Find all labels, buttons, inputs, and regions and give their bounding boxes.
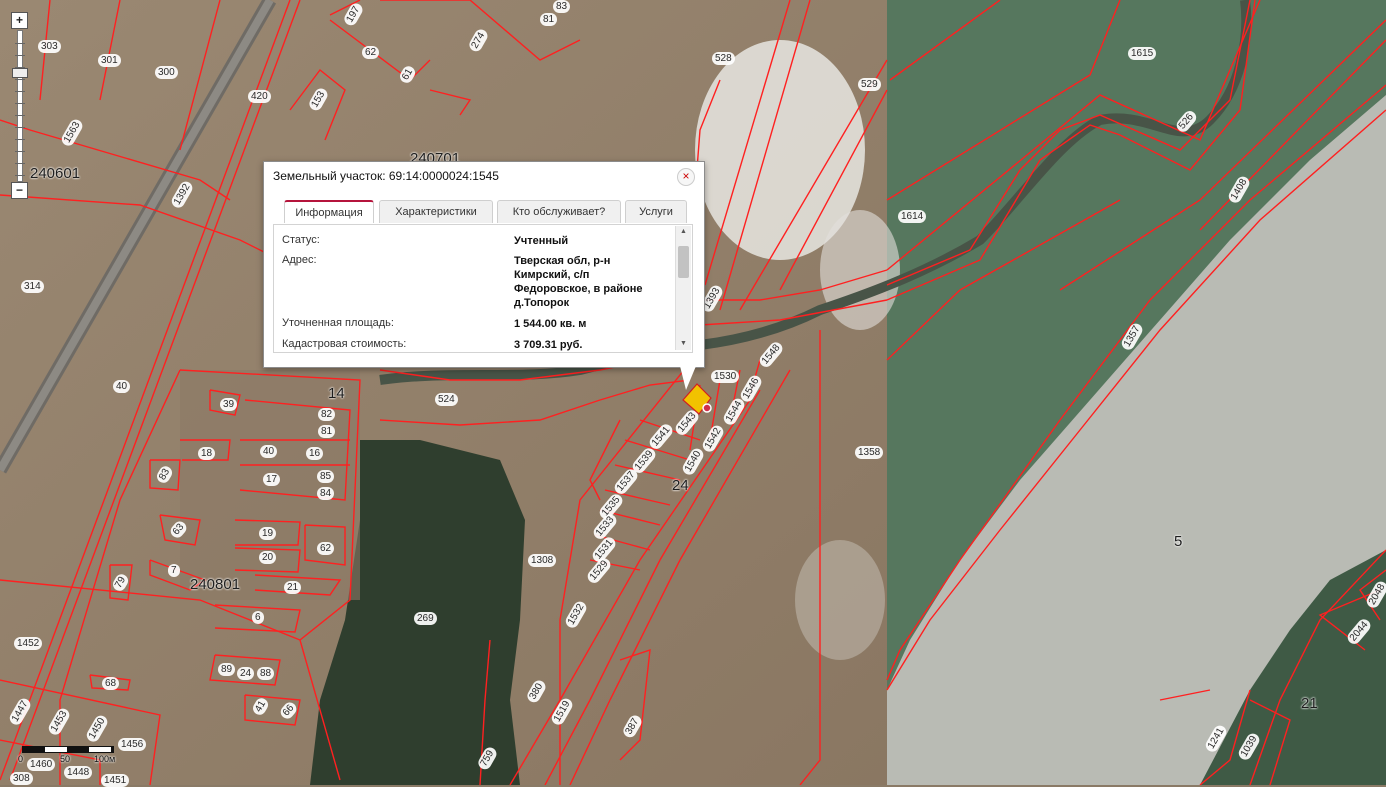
tab-who-serves[interactable]: Кто обслуживает?	[497, 200, 621, 223]
parcel-label[interactable]: 19	[259, 527, 277, 540]
parcel-label[interactable]: 81	[540, 13, 558, 26]
scale-bar: 0 50 100м	[18, 746, 122, 764]
popup-pointer	[680, 366, 696, 390]
scrollbar-thumb[interactable]	[678, 246, 689, 278]
parcel-label[interactable]: 1615	[1128, 47, 1157, 60]
parcel-label[interactable]: 24	[237, 667, 255, 680]
zoom-slider-thumb[interactable]	[12, 68, 28, 78]
parcel-label[interactable]: 308	[10, 772, 33, 785]
popup-title: Земельный участок: 69:14:0000024:1545	[273, 169, 499, 183]
parcel-label[interactable]: 1451	[101, 774, 130, 787]
scale-label-mid: 50	[60, 754, 71, 764]
area-label: Уточненная площадь:	[282, 317, 394, 329]
scroll-up-icon[interactable]: ▲	[676, 226, 691, 238]
parcel-label[interactable]: 1530	[711, 370, 740, 383]
parcel-label[interactable]: 1452	[14, 637, 43, 650]
parcel-label[interactable]: 85	[317, 470, 335, 483]
block-number: 21	[1301, 695, 1318, 712]
panel-scrollbar[interactable]: ▲ ▼	[675, 226, 691, 350]
zoom-out-button[interactable]: −	[11, 182, 28, 199]
parcel-label[interactable]: 300	[155, 66, 178, 79]
zoom-control: + −	[11, 12, 29, 199]
scale-bar-graphic	[22, 746, 114, 753]
parcel-label[interactable]: 303	[38, 40, 61, 53]
parcel-label[interactable]: 7	[168, 564, 180, 577]
parcel-label[interactable]: 16	[306, 447, 324, 460]
block-number: 24	[672, 477, 689, 494]
block-number: 14	[328, 385, 345, 402]
parcel-label[interactable]: 68	[102, 677, 120, 690]
parcel-label[interactable]: 529	[858, 78, 881, 91]
parcel-label[interactable]: 17	[263, 473, 281, 486]
tab-info[interactable]: Информация	[284, 200, 374, 223]
parcel-label[interactable]: 40	[260, 445, 278, 458]
area-value: 1 544.00 кв. м	[514, 318, 587, 330]
parcel-label[interactable]: 82	[318, 408, 336, 421]
address-label: Адрес:	[282, 254, 317, 266]
parcel-label[interactable]: 1308	[528, 554, 557, 567]
status-label: Статус:	[282, 234, 320, 246]
block-number: 5	[1174, 533, 1183, 550]
scroll-down-icon[interactable]: ▼	[676, 338, 691, 350]
parcel-label[interactable]: 420	[248, 90, 271, 103]
cadastral-cost-label: Кадастровая стоимость:	[282, 338, 407, 350]
parcel-label[interactable]: 88	[257, 667, 275, 680]
parcel-label[interactable]: 81	[318, 425, 336, 438]
parcel-label[interactable]: 40	[113, 380, 131, 393]
parcel-info-popup: Земельный участок: 69:14:0000024:1545 × …	[263, 161, 705, 390]
parcel-label[interactable]: 18	[198, 447, 216, 460]
parcel-label[interactable]: 1448	[64, 766, 93, 779]
parcel-label[interactable]: 20	[259, 551, 277, 564]
close-icon[interactable]: ×	[677, 168, 695, 186]
parcel-label[interactable]: 269	[414, 612, 437, 625]
block-number: 240601	[30, 165, 81, 182]
parcel-label[interactable]: 314	[21, 280, 44, 293]
parcel-label[interactable]: 21	[284, 581, 302, 594]
zoom-in-button[interactable]: +	[11, 12, 28, 29]
tab-characteristics[interactable]: Характеристики	[379, 200, 493, 223]
tab-services[interactable]: Услуги	[625, 200, 687, 223]
address-value: Тверская обл, р-н Кимрский, с/п Федоровс…	[514, 255, 643, 309]
parcel-label[interactable]: 62	[362, 46, 380, 59]
parcel-label[interactable]: 89	[218, 663, 236, 676]
parcel-label[interactable]: 6	[252, 611, 264, 624]
parcel-label[interactable]: 62	[317, 542, 335, 555]
scale-label-end: 100м	[94, 754, 116, 764]
parcel-label[interactable]: 39	[220, 398, 238, 411]
parcel-label[interactable]: 524	[435, 393, 458, 406]
parcel-label[interactable]: 1456	[118, 738, 147, 751]
parcel-label[interactable]: 528	[712, 52, 735, 65]
parcel-label[interactable]: 84	[317, 487, 335, 500]
status-value: Учтенный	[514, 235, 569, 247]
info-panel[interactable]: Статус: Учтенный Адрес: Тверская обл, р-…	[273, 224, 693, 353]
parcel-label[interactable]: 301	[98, 54, 121, 67]
scale-label-start: 0	[18, 754, 24, 764]
parcel-label[interactable]: 1614	[898, 210, 927, 223]
parcel-label[interactable]: 83	[553, 0, 571, 13]
cadastral-cost-value: 3 709.31 руб.	[514, 339, 583, 351]
block-number: 240801	[190, 576, 241, 593]
zoom-slider-track[interactable]	[15, 30, 25, 182]
parcel-label[interactable]: 1358	[855, 446, 884, 459]
